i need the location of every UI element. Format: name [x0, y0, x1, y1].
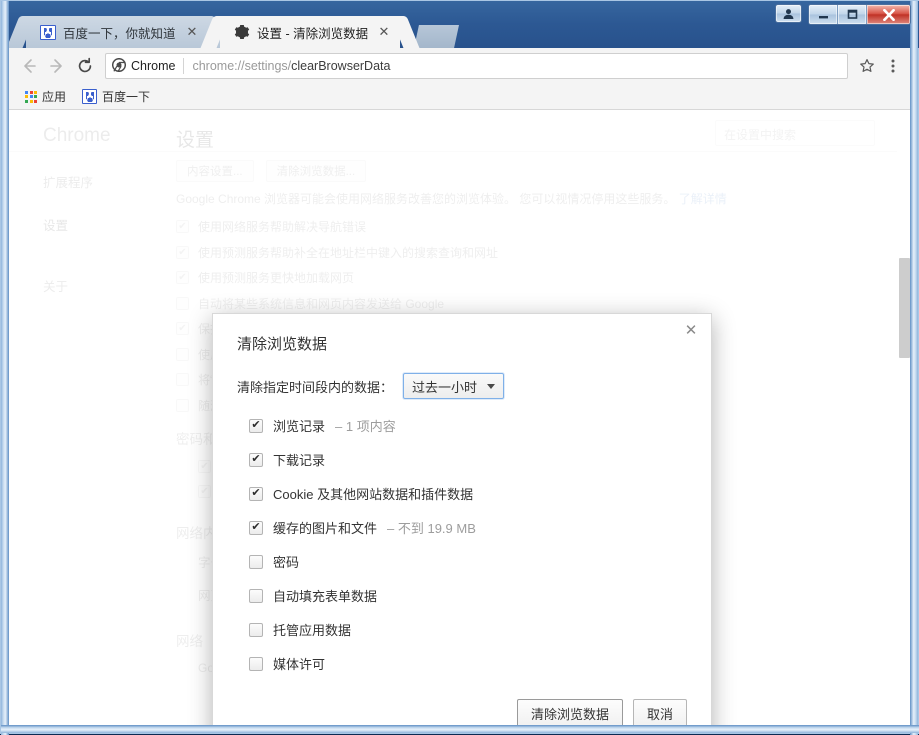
scrollbar-thumb[interactable] — [899, 258, 910, 358]
cancel-button[interactable]: 取消 — [632, 699, 687, 727]
tab-title: 百度一下，你就知道 — [63, 26, 176, 41]
checkbox-icon[interactable] — [249, 622, 263, 637]
checkbox-icon[interactable] — [249, 452, 263, 467]
chrome-menu-icon[interactable] — [880, 53, 906, 79]
window-controls — [775, 4, 911, 25]
forward-button[interactable] — [43, 52, 71, 80]
bookmark-label: 百度一下 — [102, 90, 151, 104]
bookmark-star-icon[interactable] — [854, 53, 880, 79]
minimize-button[interactable] — [809, 5, 838, 24]
apps-grid-icon — [25, 90, 37, 103]
window-frame-right — [910, 1, 918, 735]
bookmark-label: 应用 — [42, 90, 67, 104]
settings-page: Chrome 设置 在设置中搜索 扩展程序 设置 关于 内容设置... 清除浏览… — [9, 110, 912, 727]
data-type-row-cached-files[interactable]: 缓存的图片和文件 – 不到 19.9 MB — [249, 518, 687, 537]
security-chip: Chrome — [111, 57, 176, 75]
chevron-down-icon — [487, 383, 496, 389]
checkbox-icon[interactable] — [249, 486, 263, 501]
data-type-label: 浏览记录 — [273, 419, 326, 434]
dialog-button-row: 清除浏览数据 取消 — [237, 699, 687, 727]
dialog-close-icon[interactable]: ✕ — [682, 322, 700, 340]
bookmarks-bar: 应用 百度一下 — [9, 84, 912, 110]
clear-browsing-data-dialog: ✕ 清除浏览数据 清除指定时间段内的数据： 过去一小时 浏览记录 – 1 项内容 — [212, 313, 712, 727]
omnibox-url: chrome://settings/clearBrowserData — [192, 59, 390, 73]
new-tab-button[interactable] — [414, 25, 459, 48]
tab-close-icon[interactable]: ✕ — [376, 24, 392, 40]
omnibox-divider — [183, 58, 185, 74]
data-type-row-passwords[interactable]: 密码 — [249, 552, 687, 571]
data-type-row-browsing-history[interactable]: 浏览记录 – 1 项内容 — [249, 416, 687, 435]
data-type-label: 缓存的图片和文件 — [273, 521, 378, 536]
time-period-row: 清除指定时间段内的数据： 过去一小时 — [237, 373, 687, 399]
checkbox-icon[interactable] — [249, 588, 263, 603]
bookmark-baidu[interactable]: 百度一下 — [76, 86, 156, 107]
data-type-label: Cookie 及其他网站数据和插件数据 — [273, 487, 474, 502]
omnibox-url-path: clearBrowserData — [291, 59, 391, 73]
data-type-label: 下载记录 — [273, 453, 326, 468]
time-period-label: 清除指定时间段内的数据： — [237, 379, 394, 395]
tab-strip: 百度一下，你就知道 ✕ 设置 - 清除浏览数据 ✕ — [1, 1, 919, 48]
data-type-detail: – 不到 19.9 MB — [387, 521, 476, 536]
maximize-button[interactable] — [838, 5, 867, 24]
data-type-row-hosted-app-data[interactable]: 托管应用数据 — [249, 620, 687, 639]
browser-toolbar: Chrome chrome://settings/clearBrowserDat… — [9, 48, 912, 84]
clear-data-confirm-button[interactable]: 清除浏览数据 — [516, 699, 623, 727]
dialog-body: ✕ 清除浏览数据 清除指定时间段内的数据： 过去一小时 浏览记录 – 1 项内容 — [213, 314, 711, 727]
data-type-label: 密码 — [273, 555, 300, 570]
checkbox-icon[interactable] — [249, 418, 263, 433]
time-period-select[interactable]: 过去一小时 — [403, 373, 505, 399]
browser-window: 百度一下，你就知道 ✕ 设置 - 清除浏览数据 ✕ Chrome chrome:… — [0, 0, 919, 735]
tab-title: 设置 - 清除浏览数据 — [257, 26, 369, 41]
tab-baidu[interactable]: 百度一下，你就知道 ✕ — [26, 16, 208, 48]
omnibox-url-scheme: chrome://settings/ — [192, 59, 292, 73]
address-bar[interactable]: Chrome chrome://settings/clearBrowserDat… — [105, 53, 848, 79]
data-type-row-media-licenses[interactable]: 媒体许可 — [249, 654, 687, 673]
data-type-label: 媒体许可 — [273, 657, 326, 672]
baidu-favicon-icon — [40, 24, 56, 40]
data-type-row-autofill[interactable]: 自动填充表单数据 — [249, 586, 687, 605]
reload-button[interactable] — [71, 52, 99, 80]
chrome-logo-icon — [111, 57, 127, 75]
back-button[interactable] — [15, 52, 43, 80]
baidu-favicon-icon — [82, 89, 98, 104]
window-frame-bottom — [1, 725, 919, 733]
data-type-row-download-history[interactable]: 下载记录 — [249, 450, 687, 469]
gear-icon — [234, 24, 250, 40]
tab-close-icon[interactable]: ✕ — [184, 24, 200, 40]
data-type-label: 托管应用数据 — [273, 623, 352, 638]
close-button[interactable] — [867, 5, 910, 24]
checkbox-icon[interactable] — [249, 520, 263, 535]
user-account-button[interactable] — [775, 4, 802, 23]
time-period-value: 过去一小时 — [412, 379, 478, 395]
tab-settings[interactable]: 设置 - 清除浏览数据 ✕ — [220, 16, 400, 48]
bookmark-apps[interactable]: 应用 — [19, 86, 72, 107]
dialog-title: 清除浏览数据 — [237, 336, 328, 353]
data-type-detail: – 1 项内容 — [335, 419, 396, 434]
checkbox-icon[interactable] — [249, 554, 263, 569]
data-type-label: 自动填充表单数据 — [273, 589, 378, 604]
window-button-group — [808, 4, 911, 25]
security-chip-label: Chrome — [131, 59, 176, 73]
window-frame-left — [1, 1, 9, 735]
checkbox-icon[interactable] — [249, 656, 263, 671]
data-type-row-cookies[interactable]: Cookie 及其他网站数据和插件数据 — [249, 484, 687, 503]
